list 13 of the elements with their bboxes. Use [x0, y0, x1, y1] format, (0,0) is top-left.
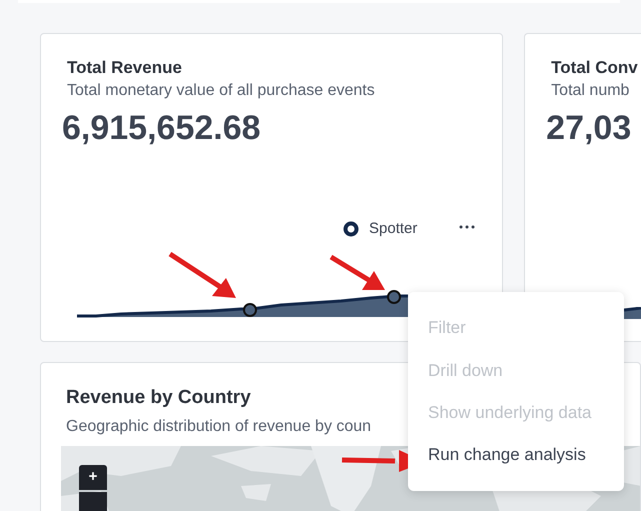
metric-value: 27,03 — [546, 108, 632, 148]
more-icon[interactable] — [459, 225, 475, 229]
legend-label: Spotter — [369, 219, 418, 239]
menu-item[interactable]: Run change analysis — [408, 434, 624, 476]
zoom-in-button[interactable]: + — [79, 465, 107, 490]
card-subtitle: Total numb — [551, 81, 630, 101]
card-subtitle: Geographic distribution of revenue by coun — [66, 417, 372, 437]
card-title: Total Revenue — [67, 57, 182, 79]
card-subtitle: Total monetary value of all purchase events — [67, 81, 375, 101]
card-title: Total Conv — [551, 57, 638, 79]
ring-icon — [343, 221, 359, 238]
card-title: Revenue by Country — [66, 386, 251, 410]
metric-value: 6,915,652.68 — [62, 108, 261, 148]
